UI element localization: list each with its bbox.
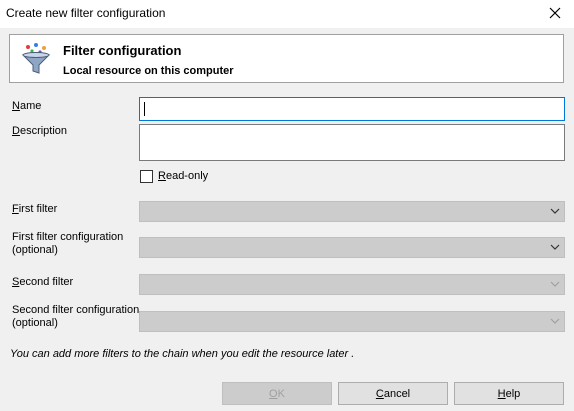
help-button[interactable]: Help (454, 382, 564, 405)
ok-button[interactable]: OK (222, 382, 332, 405)
header-panel: Filter configuration Local resource on t… (9, 34, 564, 83)
close-button[interactable] (542, 2, 568, 24)
description-input[interactable] (139, 124, 565, 161)
info-note: You can add more filters to the chain wh… (10, 348, 355, 360)
readonly-checkbox[interactable] (140, 170, 153, 183)
second-filter-select[interactable] (139, 274, 565, 295)
close-icon (549, 7, 561, 19)
first-filter-config-label: First filter configuration (optional) (12, 231, 124, 256)
cancel-button-label: Cancel (375, 387, 411, 400)
chevron-down-icon (550, 318, 560, 324)
header-subtitle: Local resource on this computer (63, 65, 234, 77)
second-filter-config-select[interactable] (139, 311, 565, 332)
first-filter-config-select[interactable] (139, 237, 565, 258)
first-filter-select[interactable] (139, 201, 565, 222)
name-label: Name (12, 100, 42, 112)
window-title: Create new filter configuration (6, 6, 166, 20)
chevron-down-icon (550, 208, 560, 214)
chevron-down-icon (550, 281, 560, 287)
description-label: Description (12, 125, 68, 137)
chevron-down-icon (550, 244, 560, 250)
first-filter-label: First filter (12, 203, 58, 215)
ok-button-label: OK (269, 387, 285, 400)
second-filter-config-label: Second filter configuration (optional) (12, 304, 140, 329)
second-filter-label: Second filter (12, 276, 74, 288)
text-caret (144, 102, 145, 116)
funnel-filter-icon (21, 43, 51, 74)
header-title: Filter configuration (63, 43, 182, 58)
help-button-label: Help (497, 387, 521, 400)
readonly-label[interactable]: Read-only (158, 170, 208, 183)
title-bar: Create new filter configuration (0, 0, 574, 28)
cancel-button[interactable]: Cancel (338, 382, 448, 405)
name-input[interactable] (139, 97, 565, 121)
